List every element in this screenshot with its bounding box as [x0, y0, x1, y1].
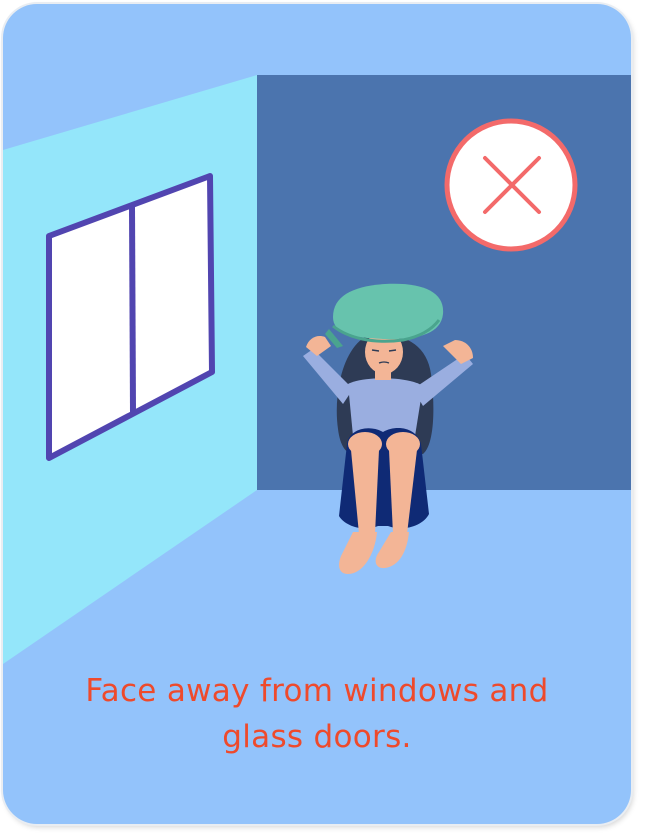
safety-card: Face away from windows and glass doors.	[3, 4, 631, 824]
back-wall	[257, 75, 631, 490]
caption: Face away from windows and glass doors.	[3, 668, 631, 760]
caption-line-2: glass doors.	[222, 719, 412, 755]
caption-line-1: Face away from windows and	[85, 673, 549, 709]
close-x-icon	[444, 118, 578, 252]
